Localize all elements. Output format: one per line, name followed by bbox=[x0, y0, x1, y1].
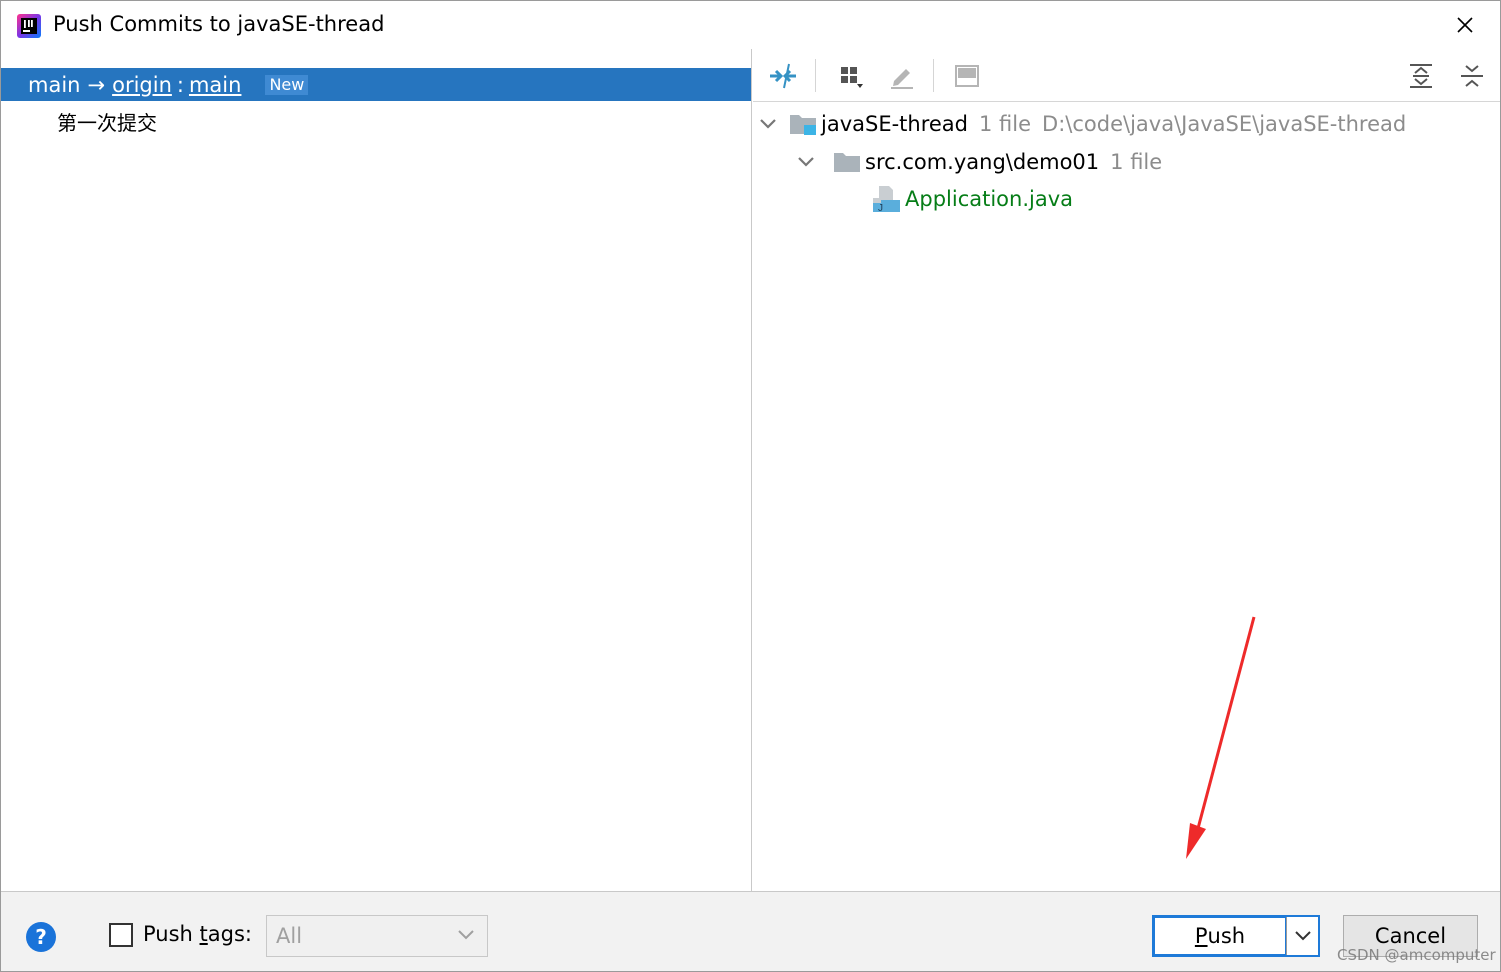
remote-branch-link[interactable]: main bbox=[189, 73, 241, 97]
changes-toolbar bbox=[753, 49, 1500, 102]
dialog-title: Push Commits to javaSE-thread bbox=[53, 12, 385, 36]
collapse-all-icon bbox=[1461, 65, 1483, 87]
remote-name-link[interactable]: origin bbox=[112, 73, 172, 97]
tree-node-file[interactable]: J Application.java bbox=[871, 181, 1073, 217]
file-name: Application.java bbox=[905, 187, 1074, 211]
branch-arrow: → bbox=[87, 72, 106, 97]
root-name: javaSE-thread bbox=[821, 112, 969, 136]
tree-node-root[interactable]: javaSE-thread 1 file D:\code\java\JavaSE… bbox=[757, 106, 1406, 142]
local-branch: main bbox=[28, 72, 81, 97]
chevron-down-icon bbox=[1294, 931, 1311, 941]
svg-text:J: J bbox=[878, 203, 883, 214]
close-button[interactable] bbox=[1447, 9, 1483, 41]
root-file-count: 1 file bbox=[979, 112, 1032, 136]
intellij-app-icon bbox=[17, 14, 41, 38]
chevron-down-icon[interactable] bbox=[795, 151, 817, 173]
remote-separator: : bbox=[176, 72, 184, 97]
collapse-all-button[interactable] bbox=[1456, 61, 1488, 91]
expand-all-icon bbox=[1410, 64, 1432, 88]
commit-item[interactable]: 第一次提交 bbox=[57, 107, 157, 136]
tags-select: All bbox=[266, 915, 488, 957]
push-options-button[interactable] bbox=[1286, 917, 1318, 955]
tags-select-value: All bbox=[276, 924, 303, 948]
show-diff-button[interactable] bbox=[767, 61, 799, 91]
toolbar-separator bbox=[933, 59, 934, 92]
group-by-button[interactable] bbox=[835, 61, 867, 91]
title-bar: Push Commits to javaSE-thread bbox=[1, 1, 1500, 49]
new-branch-badge: New bbox=[265, 74, 309, 95]
java-file-icon: J bbox=[873, 186, 900, 214]
close-icon bbox=[1457, 17, 1473, 33]
branch-mapping-row[interactable]: main → origin : main New bbox=[1, 68, 751, 101]
push-button[interactable]: Push bbox=[1154, 917, 1286, 955]
preview-diff-button[interactable] bbox=[951, 61, 983, 91]
expand-collapse-icon bbox=[770, 63, 796, 89]
toolbar-separator bbox=[815, 59, 816, 92]
edit-source-icon bbox=[891, 69, 913, 89]
watermark: CSDN @amcomputer bbox=[1337, 946, 1496, 964]
push-tags-checkbox[interactable] bbox=[109, 923, 133, 947]
expand-all-button[interactable] bbox=[1405, 61, 1437, 91]
preview-diff-icon bbox=[955, 65, 979, 87]
push-mnemonic: P bbox=[1194, 924, 1208, 948]
push-tags-label[interactable]: Push tags: bbox=[143, 922, 252, 946]
group-by-icon bbox=[841, 67, 863, 88]
help-button[interactable]: ? bbox=[26, 922, 56, 952]
push-commits-dialog: Push Commits to javaSE-thread main → ori… bbox=[0, 0, 1501, 972]
push-tags-label-post: ags: bbox=[207, 922, 252, 946]
chevron-down-icon[interactable] bbox=[757, 113, 779, 135]
changes-panel: javaSE-thread 1 file D:\code\java\JavaSE… bbox=[753, 49, 1500, 891]
tree-node-folder[interactable]: src.com.yang\demo01 1 file bbox=[795, 144, 1162, 180]
dialog-button-bar: ? Push tags: All Push Cancel bbox=[1, 891, 1500, 971]
root-path: D:\code\java\JavaSE\javaSE-thread bbox=[1042, 112, 1407, 136]
folder-name: src.com.yang\demo01 bbox=[865, 150, 1100, 174]
module-folder-icon bbox=[790, 115, 816, 135]
push-tags-mnemonic: t bbox=[199, 922, 208, 946]
folder-file-count: 1 file bbox=[1110, 150, 1163, 174]
push-label-rest: ush bbox=[1207, 924, 1246, 948]
folder-icon bbox=[834, 153, 860, 172]
push-tags-label-pre: Push bbox=[143, 922, 200, 946]
commits-panel: main → origin : main New 第一次提交 bbox=[1, 49, 752, 891]
edit-source-button[interactable] bbox=[885, 61, 917, 91]
annotation-arrow-icon bbox=[1186, 616, 1256, 859]
help-icon: ? bbox=[35, 925, 47, 949]
chevron-down-icon bbox=[458, 930, 474, 940]
push-button-group: Push bbox=[1152, 915, 1320, 957]
